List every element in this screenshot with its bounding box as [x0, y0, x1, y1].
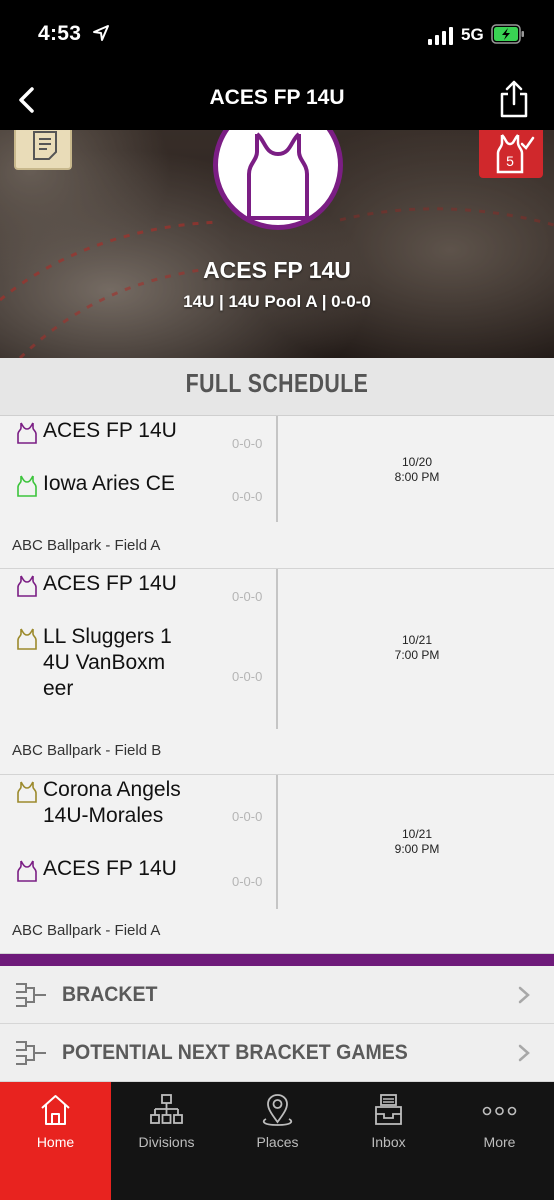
more-dots-icon [482, 1106, 517, 1116]
game-datetime: 10/20 8:00 PM [280, 455, 554, 485]
score-badge-number: 5 [506, 153, 514, 169]
bracket-icon [16, 983, 46, 1007]
game-venue: ABC Ballpark - Field A [12, 537, 161, 554]
game-divider [276, 416, 278, 522]
bracket-icon [16, 1041, 46, 1065]
game-datetime: 10/21 7:00 PM [280, 633, 554, 663]
schedule-header: FULL SCHEDULE [0, 358, 554, 416]
jersey-icon [17, 575, 37, 597]
tab-label: Places [256, 1134, 299, 1150]
game-date: 10/21 [401, 633, 433, 647]
location-pin-icon [262, 1094, 293, 1126]
team-name: Corona Angels 14U-Morales [43, 778, 181, 827]
team-name: ACES FP 14U [43, 572, 177, 595]
chevron-right-icon [518, 986, 530, 1004]
jersey-icon [17, 860, 37, 882]
jersey-check-icon: 5 [496, 134, 535, 174]
notes-button[interactable] [14, 130, 72, 170]
score-button[interactable]: 5 [479, 130, 543, 178]
team-name: Iowa Aries CE [43, 472, 175, 495]
jersey-icon [247, 132, 309, 220]
accent-bar [0, 954, 554, 966]
tab-places[interactable]: Places [222, 1082, 333, 1200]
team-record: 0-0-0 [232, 436, 263, 451]
game-time: 7:00 PM [394, 648, 440, 662]
status-time: 4:53 [38, 22, 82, 45]
team-name: ACES FP 14U [203, 257, 351, 283]
jersey-icon [17, 422, 37, 444]
team-record: 0-0-0 [232, 589, 263, 604]
game-divider [276, 569, 278, 729]
team-record: 0-0-0 [232, 809, 263, 824]
bracket-link[interactable]: BRACKET [0, 966, 554, 1024]
game-date: 10/21 [401, 827, 433, 841]
tab-divisions[interactable]: Divisions [111, 1082, 222, 1200]
tab-home[interactable]: Home [0, 1082, 111, 1200]
nav-bar: ACES FP 14U [0, 72, 554, 130]
section-title: FULL SCHEDULE [185, 368, 369, 398]
team-name: ACES FP 14U [43, 419, 177, 442]
team-record: 0-0-0 [232, 669, 263, 684]
signal-icon [428, 27, 453, 45]
bracket-label: BRACKET [62, 983, 158, 1006]
tab-inbox[interactable]: Inbox [333, 1082, 444, 1200]
tab-label: Divisions [138, 1134, 195, 1150]
bracket-links: BRACKET POTENTIAL NEXT BRACKET GAMES [0, 966, 554, 1082]
share-icon[interactable] [496, 78, 532, 120]
home-icon [41, 1095, 70, 1125]
game-venue: ABC Ballpark - Field A [12, 922, 161, 939]
team-name: LL Sluggers 14U VanBoxmeer [43, 625, 172, 700]
jersey-icon [17, 475, 37, 497]
schedule-list: ACES FP 14U 0-0-0 Iowa Aries CE 0-0-0 10… [0, 416, 554, 954]
team-name: ACES FP 14U [43, 857, 177, 880]
potential-bracket-games-link[interactable]: POTENTIAL NEXT BRACKET GAMES [0, 1024, 554, 1082]
team-record: 0-0-0 [232, 874, 263, 889]
game-card[interactable]: Corona Angels 14U-Morales 0-0-0 ACES FP … [0, 775, 554, 954]
notes-icon [33, 131, 57, 160]
game-date: 10/20 [401, 455, 433, 469]
game-datetime: 10/21 9:00 PM [280, 827, 554, 857]
tab-label: More [483, 1134, 516, 1150]
team-record: 0-0-0 [232, 489, 263, 504]
chevron-right-icon [518, 1044, 530, 1062]
team-logo [213, 130, 343, 230]
status-bar: 4:53 5G [0, 0, 554, 72]
game-time: 9:00 PM [394, 842, 440, 856]
game-card[interactable]: ACES FP 14U 0-0-0 Iowa Aries CE 0-0-0 10… [0, 416, 554, 569]
game-venue: ABC Ballpark - Field B [12, 742, 162, 759]
inbox-icon [375, 1094, 402, 1125]
tab-label: Home [36, 1134, 75, 1150]
divisions-icon [150, 1094, 183, 1124]
team-subtitle: 14U | 14U Pool A | 0-0-0 [183, 292, 371, 311]
network-type: 5G [461, 25, 484, 44]
tab-more[interactable]: More [444, 1082, 554, 1200]
jersey-icon [17, 628, 37, 650]
potential-bracket-games-label: POTENTIAL NEXT BRACKET GAMES [62, 1041, 408, 1064]
tab-bar: Home Divisions Places Inbox More [0, 1082, 554, 1200]
tab-label: Inbox [371, 1134, 406, 1150]
team-hero: 5 ACES FP 14U 14U | 14U Pool A | 0-0-0 [0, 130, 554, 358]
game-card[interactable]: ACES FP 14U 0-0-0 LL Sluggers 14U VanBox… [0, 569, 554, 775]
battery-icon [491, 24, 524, 44]
game-divider [276, 775, 278, 909]
jersey-icon [17, 781, 37, 803]
game-time: 8:00 PM [394, 470, 440, 484]
location-arrow-icon [93, 25, 109, 41]
page-title: ACES FP 14U [209, 86, 345, 109]
